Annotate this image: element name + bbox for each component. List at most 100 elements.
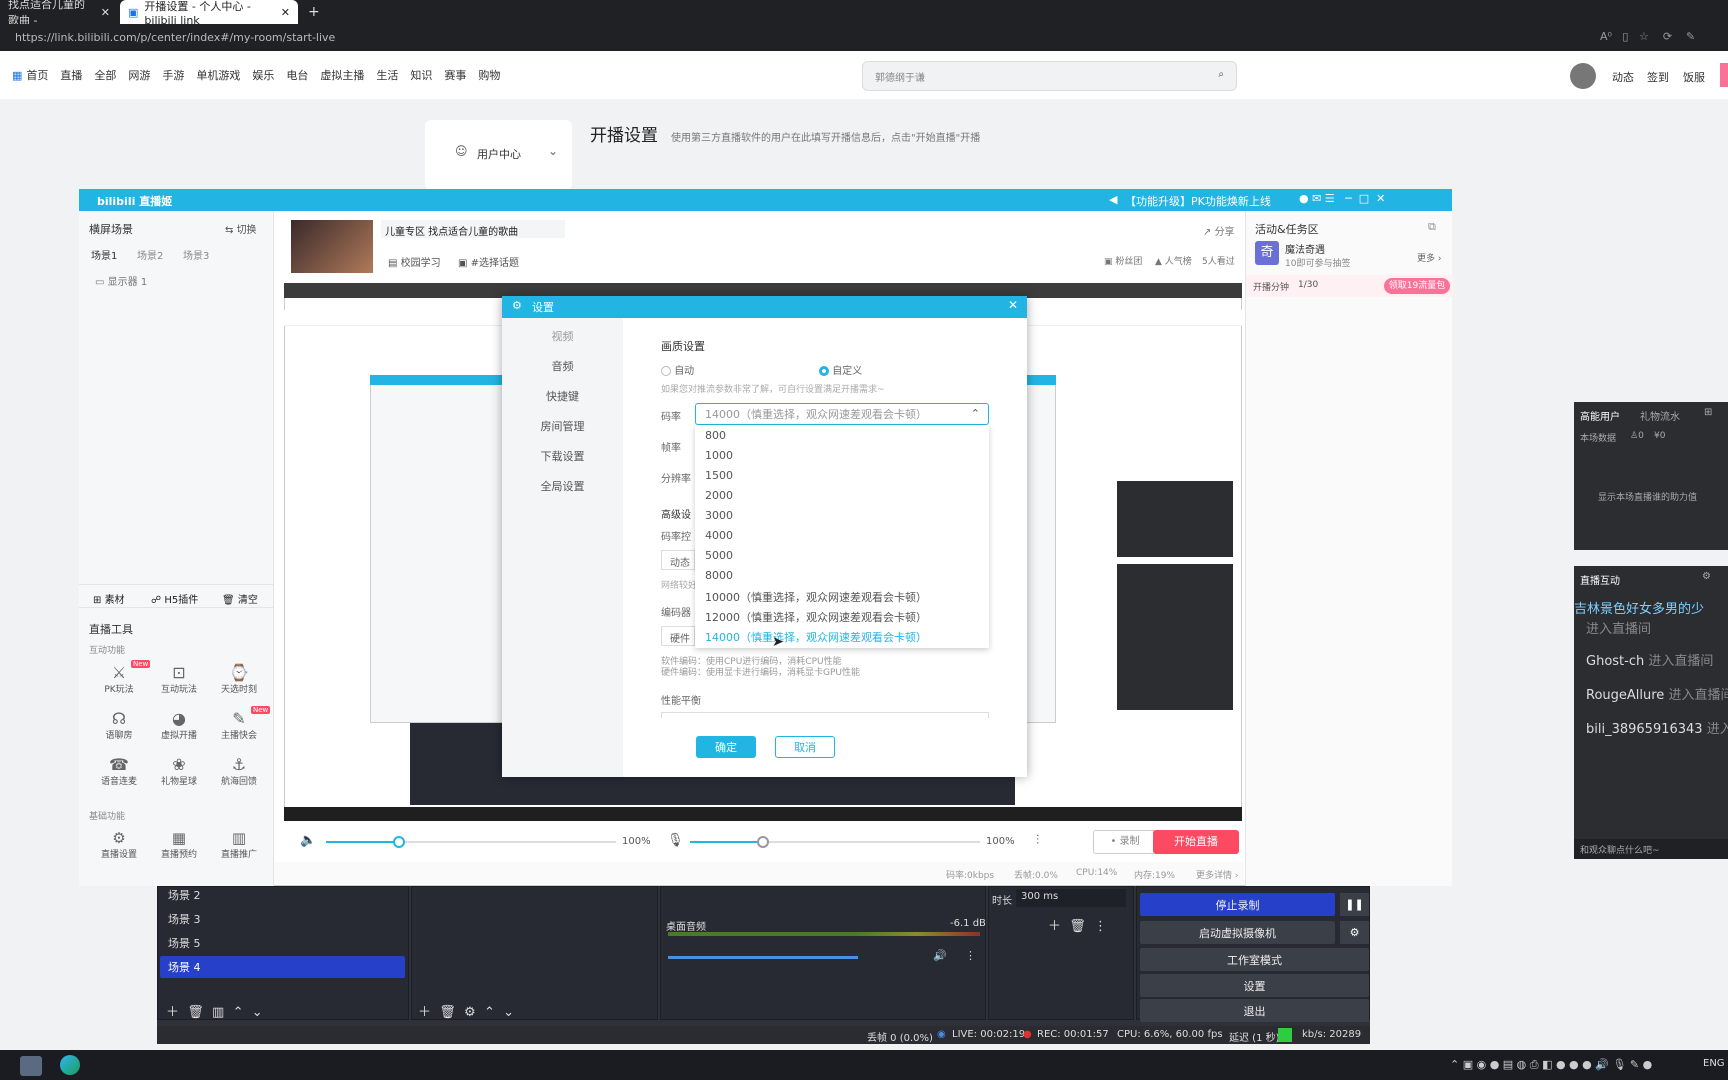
tool-3[interactable]: ☊ 语聊房 [91,709,147,741]
bitrate-option[interactable]: 1000 [705,449,733,462]
nav-item[interactable]: 娱乐 [252,67,274,83]
gift-flow-tab[interactable]: 礼物流水 [1640,408,1680,423]
room-cover[interactable] [291,220,373,273]
bitrate-option-selected[interactable]: 14000（慎重选择，观众网速差观看会卡顿） [705,629,927,645]
high-user-tab[interactable]: 高能用户 [1580,408,1620,423]
pause-icon[interactable]: ❚❚ [1340,893,1369,916]
window-controls[interactable]: ● ✉ ☰ ─ □ ✕ [1299,192,1385,205]
radio-auto[interactable]: 自动 [661,362,694,377]
bitrate-option[interactable]: 10000（慎重选择，观众网速差观看会卡顿） [705,589,927,605]
duration-input[interactable]: 300 ms [1016,889,1126,907]
mixer-icon[interactable]: ⫶ [1036,833,1039,848]
language-indicator[interactable]: ENG [1703,1058,1725,1069]
more-link[interactable]: 更多 › [1417,251,1441,264]
scene-tab[interactable]: 场景2 [137,247,163,262]
radio-custom[interactable]: 自定义 [819,362,862,377]
settings-tab-room[interactable]: 房间管理 [502,418,623,434]
encoder-select[interactable]: 硬件 [661,626,695,646]
obs-scene-item[interactable]: 场景 2 [160,884,405,906]
nav-item[interactable]: 直播 [60,67,82,83]
expand-icon[interactable]: ⧉ [1428,220,1436,234]
obs-scene-toolbar[interactable]: ＋ 🗑 ▥ ⌃ ⌄ [166,1001,263,1020]
settings-tab-download[interactable]: 下载设置 [502,448,623,464]
transition-toolbar[interactable]: ＋ 🗑 ⋮ [1048,915,1107,934]
nav-right-link[interactable]: 签到 [1647,69,1669,85]
scene-tab[interactable]: 场景1 [91,247,117,262]
chat-input[interactable]: 和观众聊点什么吧~ [1574,839,1728,859]
search-input[interactable]: 郭德纲于谦 ⌕ [862,61,1237,91]
settings-tab-hotkeys[interactable]: 快捷键 [502,388,623,404]
close-icon[interactable]: ✕ [101,6,110,19]
cancel-button[interactable]: 取消 [775,736,835,758]
ok-button[interactable]: 确定 [696,736,756,758]
more-details-link[interactable]: 更多详情 › [1196,868,1238,881]
nav-right-link[interactable]: 饭服 [1683,69,1705,85]
virtual-camera-button[interactable]: 启动虚拟摄像机 [1140,921,1335,944]
mic-icon[interactable]: 🎙 [667,833,684,848]
avatar[interactable] [1570,63,1596,89]
search-icon[interactable]: ⌕ [1218,69,1224,80]
basic-tool-2[interactable]: ▥ 直播推广 [211,829,267,860]
browser-tab-active[interactable]: ▣ 开播设置 - 个人中心 - bilibili link ✕ [120,0,298,27]
basic-tool-0[interactable]: ⚙ 直播设置 [91,829,147,860]
mic-slider-knob[interactable] [756,836,769,848]
studio-mode-button[interactable]: 工作室模式 [1140,948,1369,971]
switch-button[interactable]: ⇆ 切换 [225,221,257,236]
volume-slider-knob[interactable] [392,836,405,848]
obs-scene-item[interactable]: 场景 5 [160,932,405,954]
claim-button[interactable]: 领取19流量包 [1384,278,1450,294]
close-icon[interactable]: ✕ [281,6,290,19]
tool-8[interactable]: ⚓ 航海回馈 [211,755,267,787]
room-title[interactable]: 儿童专区 找点适合儿童的歌曲 [381,220,565,238]
nav-item[interactable]: 电台 [286,67,308,83]
tool-7[interactable]: ❀ 礼物星球 [151,755,207,787]
nav-item[interactable]: 首页 [26,67,48,83]
tool-6[interactable]: ☎ 语音连麦 [91,755,147,787]
stop-record-button[interactable]: 停止录制 [1140,893,1335,916]
popularity-rank[interactable]: ▲ 人气榜 [1155,254,1192,267]
source-item[interactable]: ▭ 显示器 1 [95,273,147,288]
settings-icon[interactable]: ⚙ [1702,571,1711,582]
rate-control-select[interactable]: 动态 [661,550,695,570]
speaker-icon[interactable]: 🔈 [300,833,316,848]
browser-toolbar-icons[interactable]: A⁰ ▯ ☆ ⟳ ✎ [1600,30,1695,43]
scene-tab[interactable]: 场景3 [183,247,209,262]
gear-icon[interactable]: ⚙ [1340,921,1369,944]
tool-4[interactable]: ◕ 虚拟开播 [151,709,207,741]
more-icon[interactable]: ⋮ [965,949,976,962]
close-icon[interactable]: ✕ [1008,298,1018,312]
obs-source-toolbar[interactable]: ＋ 🗑 ⚙ ⌃ ⌄ [418,1001,514,1020]
nav-item[interactable]: 购物 [478,67,500,83]
bitrate-option[interactable]: 3000 [705,509,733,522]
app-icon[interactable] [20,1056,42,1076]
nav-item[interactable]: 手游 [162,67,184,83]
bitrate-option[interactable]: 2000 [705,489,733,502]
new-tab-icon[interactable]: + [300,0,324,24]
record-button[interactable]: • 录制 [1093,830,1157,854]
nav-item[interactable]: 全部 [94,67,116,83]
h5-plugin-button[interactable]: ☍ H5插件 [151,591,198,606]
material-button[interactable]: ⊞ 素材 [93,591,125,606]
address-bar[interactable]: https://link.bilibili.com/p/center/index… [0,24,1728,51]
bitrate-option[interactable]: 8000 [705,569,733,582]
gift-icon[interactable]: ⊞ [1704,407,1712,418]
share-button[interactable]: ↗ 分享 [1203,223,1235,238]
clear-button[interactable]: 🗑 清空 [222,591,258,606]
nav-item[interactable]: 知识 [410,67,432,83]
browser-tab[interactable]: 找点适合儿童的歌曲 - ✕ [0,0,118,27]
upload-button[interactable] [1720,63,1728,87]
tray-icons[interactable]: ⌃ ▣ ◉ ● ▤ ◍ ⎙ ◧ ● ● ● 🔊 🎙 ✎ ● [1450,1058,1652,1072]
bitrate-option[interactable]: 4000 [705,529,733,542]
nav-item[interactable]: 单机游戏 [196,67,240,83]
nav-item[interactable]: 赛事 [444,67,466,83]
settings-tab-global[interactable]: 全局设置 [502,478,623,494]
bitrate-option[interactable]: 5000 [705,549,733,562]
fan-group[interactable]: ▣ 粉丝团 [1104,254,1142,267]
user-center-card[interactable]: ☺ 用户中心 ⌄ [425,120,572,190]
speaker-icon[interactable]: 🔊 [933,949,947,962]
bitrate-option[interactable]: 1500 [705,469,733,482]
settings-tab-video[interactable]: 视频 [502,328,623,344]
app-notice[interactable]: 【功能升级】PK功能焕新上线 [1125,193,1271,209]
bitrate-option[interactable]: 800 [705,429,726,442]
tool-2[interactable]: ⌚ 天选时刻 [211,663,267,695]
